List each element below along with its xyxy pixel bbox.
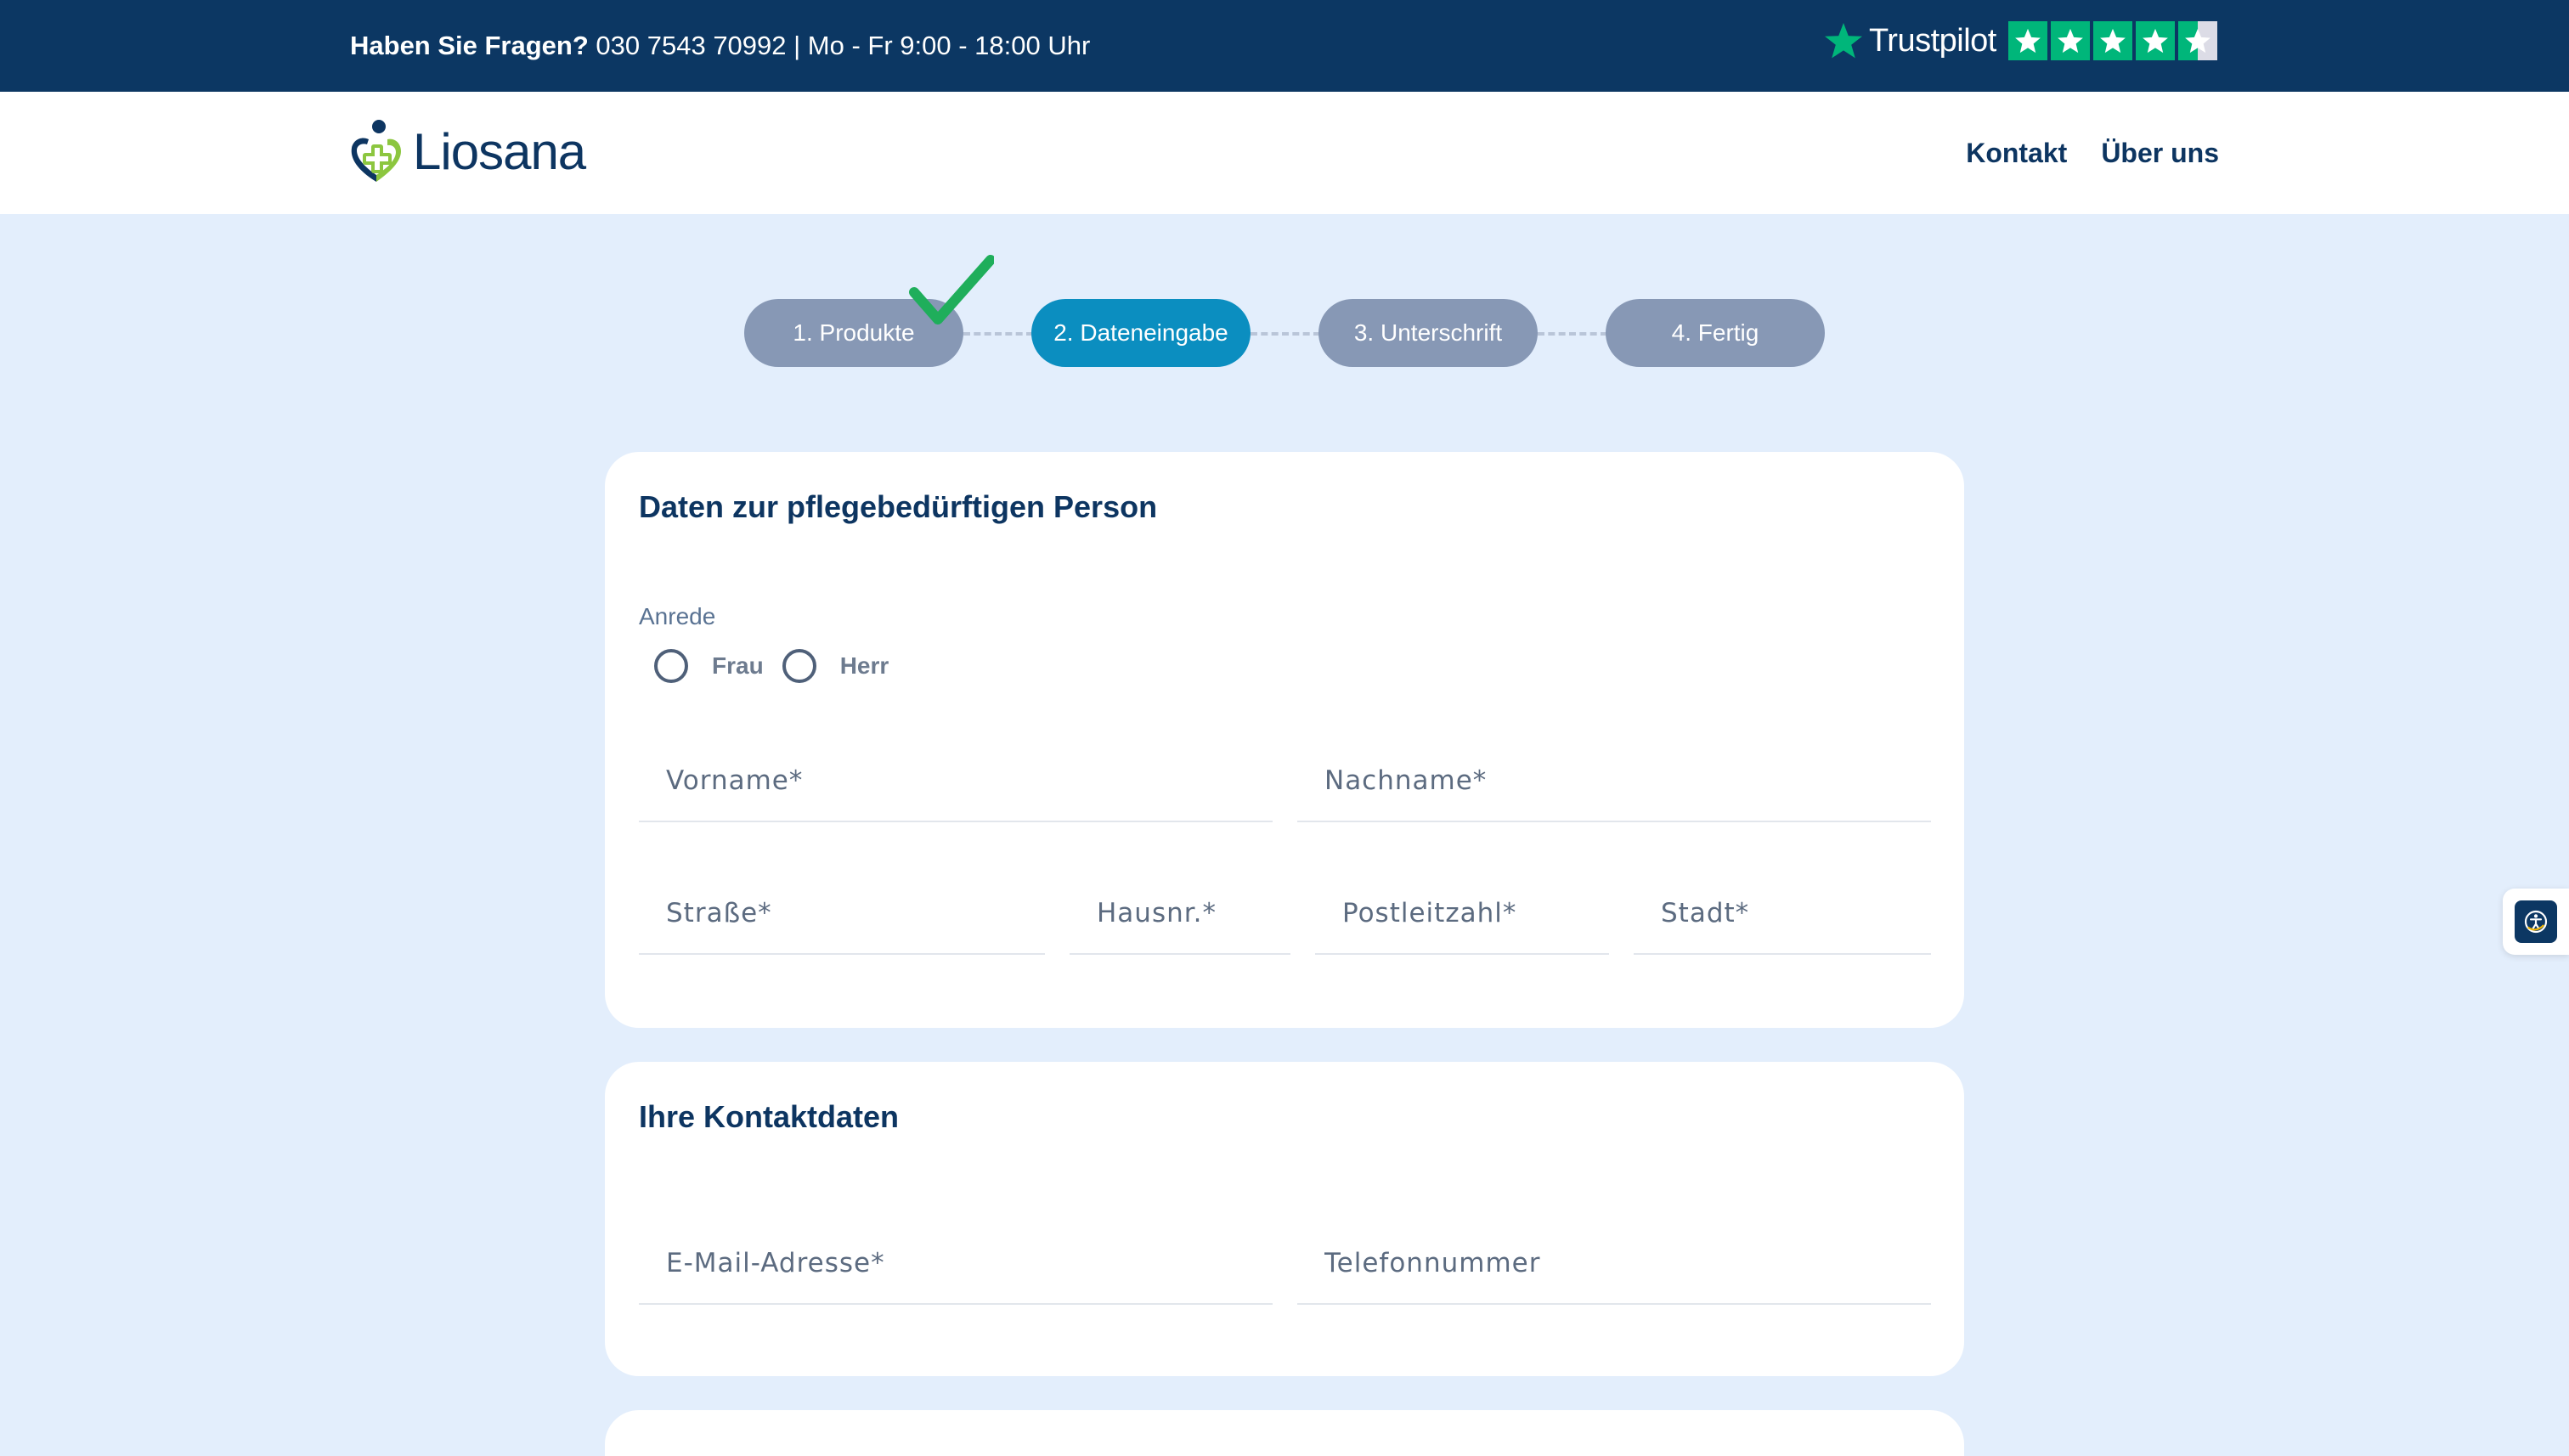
step-connector [1251, 332, 1320, 336]
person-data-card: Daten zur pflegebedürftigen Person Anred… [605, 452, 1964, 1028]
telefon-field [1297, 1220, 1931, 1305]
strasse-input[interactable] [639, 870, 1045, 953]
nachname-input[interactable] [1297, 737, 1931, 821]
radio-herr-label[interactable]: Herr [840, 652, 889, 680]
anrede-label: Anrede [639, 603, 716, 629]
contact-card-title: Ihre Kontaktdaten [639, 1099, 900, 1134]
radio-frau-label[interactable]: Frau [712, 652, 764, 680]
vorname-field [639, 737, 1273, 822]
checkmark-icon [909, 255, 994, 324]
stadt-field [1634, 870, 1931, 955]
step-unterschrift: 3. Unterschrift [1318, 299, 1538, 367]
accessibility-icon [2515, 900, 2557, 943]
progress-stepper: 1. Produkte 2. Dateneingabe 3. Unterschr… [0, 0, 2569, 408]
step-dateneingabe[interactable]: 2. Dateneingabe [1031, 299, 1251, 367]
next-section-card [605, 1410, 1964, 1456]
email-field [639, 1220, 1273, 1305]
accessibility-widget[interactable] [2503, 889, 2569, 955]
step-fertig: 4. Fertig [1606, 299, 1825, 367]
email-input[interactable] [639, 1220, 1273, 1303]
anrede-radio-group: Frau Herr [654, 649, 907, 683]
step-connector [963, 332, 1033, 336]
vorname-input[interactable] [639, 737, 1273, 821]
hausnr-input[interactable] [1070, 870, 1290, 953]
strasse-field [639, 870, 1045, 955]
contact-data-card: Ihre Kontaktdaten [605, 1062, 1964, 1376]
telefon-input[interactable] [1297, 1220, 1931, 1303]
stadt-input[interactable] [1634, 870, 1931, 953]
step-connector [1538, 332, 1607, 336]
plz-field [1315, 870, 1609, 955]
person-card-title: Daten zur pflegebedürftigen Person [639, 489, 1158, 524]
radio-herr[interactable] [782, 649, 816, 683]
nachname-field [1297, 737, 1931, 822]
plz-input[interactable] [1315, 870, 1609, 953]
radio-frau[interactable] [654, 649, 688, 683]
hausnr-field [1070, 870, 1290, 955]
